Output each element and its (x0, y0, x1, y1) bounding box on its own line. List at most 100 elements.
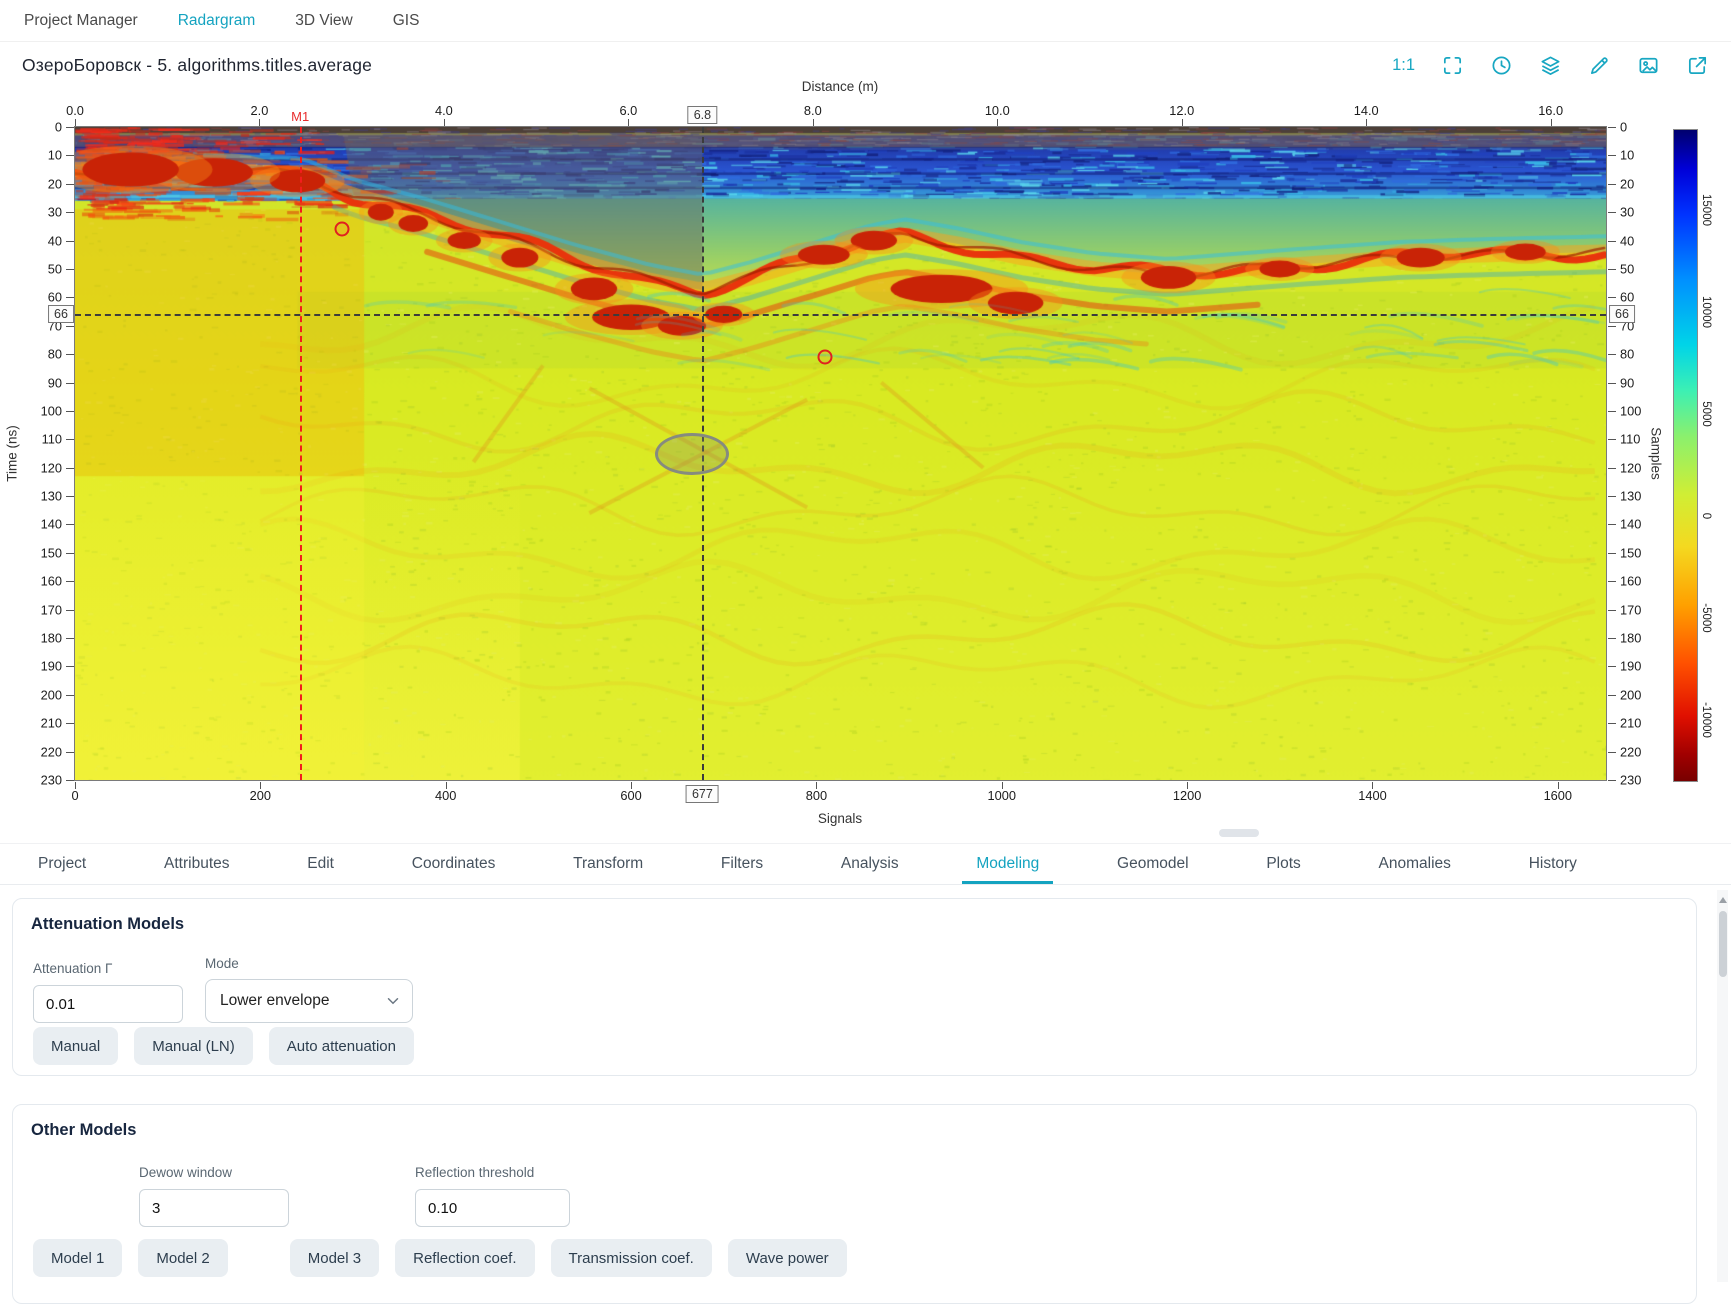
signal-tick-label: 0 (71, 788, 78, 803)
samples-tick-label: 40 (1620, 233, 1634, 248)
time-tick-label: 60 (18, 290, 62, 305)
distance-tick-mark (444, 119, 445, 126)
pick-marker-circle[interactable] (334, 222, 349, 237)
dewow-window-input[interactable] (139, 1189, 289, 1227)
model-2-button[interactable]: Model 2 (138, 1239, 227, 1277)
reflection-threshold-input[interactable] (415, 1189, 570, 1227)
distance-tick-label: 4.0 (435, 103, 453, 118)
time-tick-mark (66, 610, 74, 611)
samples-tick-label: 90 (1620, 375, 1634, 390)
samples-tick-label: 0 (1620, 120, 1627, 135)
attenuation-gamma-input[interactable] (33, 985, 183, 1023)
tab-transform[interactable]: Transform (559, 846, 657, 884)
history-clock-icon[interactable] (1490, 54, 1513, 77)
time-tick-mark (66, 439, 74, 440)
mode-select[interactable]: Lower envelope (205, 979, 413, 1023)
time-tick-mark (66, 354, 74, 355)
time-tick-label: 110 (18, 432, 62, 447)
tab-analysis[interactable]: Analysis (827, 846, 913, 884)
fit-screen-icon[interactable] (1441, 54, 1464, 77)
snapshot-image-icon[interactable] (1637, 54, 1660, 77)
time-tick-mark (66, 752, 74, 753)
signal-tick-mark (1187, 782, 1188, 789)
samples-tick-label: 210 (1620, 716, 1641, 731)
auto-attenuation-button[interactable]: Auto attenuation (269, 1027, 414, 1065)
distance-tick-mark (1182, 119, 1183, 126)
tab-coordinates[interactable]: Coordinates (398, 846, 510, 884)
tab-attributes[interactable]: Attributes (150, 846, 243, 884)
crosshair-signal-value: 677 (686, 785, 719, 803)
draw-pencil-icon[interactable] (1588, 54, 1611, 77)
m1-marker-label: M1 (291, 109, 309, 124)
time-tick-label: 50 (18, 261, 62, 276)
tab-geomodel[interactable]: Geomodel (1103, 846, 1203, 884)
nav-gis[interactable]: GIS (393, 12, 420, 30)
model-1-button[interactable]: Model 1 (33, 1239, 122, 1277)
time-tick-label: 130 (18, 489, 62, 504)
transmission-coef-button[interactable]: Transmission coef. (551, 1239, 712, 1277)
chevron-down-icon (384, 992, 402, 1010)
m1-marker-line[interactable] (300, 127, 302, 780)
tab-filters[interactable]: Filters (707, 846, 777, 884)
model-3-button[interactable]: Model 3 (290, 1239, 379, 1277)
samples-tick-label: 100 (1620, 403, 1641, 418)
distance-tick-mark (75, 119, 76, 126)
dewow-window-label: Dewow window (139, 1165, 232, 1180)
zoom-1-1-button[interactable]: 1:1 (1392, 56, 1415, 75)
samples-tick-mark (1608, 468, 1616, 469)
crosshair-distance-value: 6.8 (688, 106, 717, 124)
samples-tick-mark (1608, 780, 1616, 781)
time-tick-mark (66, 411, 74, 412)
time-tick-label: 210 (18, 716, 62, 731)
tab-history[interactable]: History (1515, 846, 1591, 884)
radargram-title: ОзероБоровск - 5. algorithms.titles.aver… (22, 55, 372, 76)
distance-tick-label: 6.0 (619, 103, 637, 118)
samples-tick-label: 160 (1620, 574, 1641, 589)
time-tick-mark (66, 155, 74, 156)
distance-tick-label: 8.0 (804, 103, 822, 118)
samples-tick-mark (1608, 155, 1616, 156)
manual-button[interactable]: Manual (33, 1027, 118, 1065)
nav-3d-view[interactable]: 3D View (295, 12, 352, 30)
anomaly-ellipse[interactable] (655, 433, 729, 475)
signal-tick-mark (631, 782, 632, 789)
scrollbar-thumb[interactable] (1719, 911, 1727, 977)
reflection-coef-button[interactable]: Reflection coef. (395, 1239, 534, 1277)
other-models-panel: Other Models Dewow window Reflection thr… (12, 1104, 1697, 1304)
time-tick-mark (66, 695, 74, 696)
samples-tick-label: 230 (1620, 773, 1641, 788)
radargram-canvas[interactable] (75, 127, 1606, 780)
signal-tick-mark (260, 782, 261, 789)
tab-modeling[interactable]: Modeling (962, 846, 1053, 884)
time-tick-label: 10 (18, 148, 62, 163)
manual-ln-button[interactable]: Manual (LN) (134, 1027, 253, 1065)
crosshair-horizontal-line[interactable] (75, 314, 1606, 316)
tab-plots[interactable]: Plots (1252, 846, 1314, 884)
samples-tick-mark (1608, 666, 1616, 667)
colorbar (1674, 130, 1697, 781)
samples-tick-label: 10 (1620, 148, 1634, 163)
splitter-handle[interactable] (1219, 829, 1259, 837)
distance-axis-label: Distance (m) (802, 79, 879, 94)
samples-tick-label: 60 (1620, 290, 1634, 305)
samples-tick-label: 180 (1620, 631, 1641, 646)
top-nav: Project Manager Radargram 3D View GIS (0, 0, 1731, 42)
nav-project-manager[interactable]: Project Manager (24, 12, 138, 30)
colorbar-tick-label: 5000 (1700, 401, 1712, 427)
samples-tick-mark (1608, 212, 1616, 213)
layers-icon[interactable] (1539, 54, 1562, 77)
time-tick-mark (66, 241, 74, 242)
attenuation-models-panel: Attenuation Models Attenuation Γ Mode Lo… (12, 898, 1697, 1076)
open-in-window-icon[interactable] (1686, 54, 1709, 77)
tab-edit[interactable]: Edit (293, 846, 348, 884)
signals-axis-label: Signals (818, 811, 862, 826)
wave-power-button[interactable]: Wave power (728, 1239, 847, 1277)
samples-tick-mark (1608, 326, 1616, 327)
tab-project[interactable]: Project (24, 846, 100, 884)
pick-marker-circle[interactable] (817, 349, 832, 364)
other-models-title: Other Models (31, 1121, 136, 1140)
tab-anomalies[interactable]: Anomalies (1365, 846, 1465, 884)
nav-radargram[interactable]: Radargram (178, 12, 256, 30)
samples-tick-label: 190 (1620, 659, 1641, 674)
scrollbar-up-arrow[interactable] (1719, 897, 1727, 903)
